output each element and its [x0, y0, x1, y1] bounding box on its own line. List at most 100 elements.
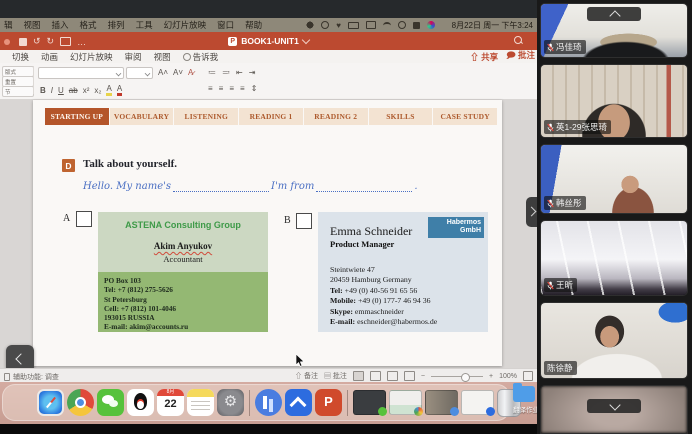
zoom-slider-knob[interactable]: [461, 373, 470, 382]
zoom-in-button[interactable]: +: [489, 373, 493, 380]
menu-format[interactable]: 格式: [80, 19, 97, 31]
font-size-select[interactable]: [126, 67, 153, 79]
calendar-icon[interactable]: 8月 22: [157, 389, 184, 416]
chrome-icon[interactable]: [67, 389, 94, 416]
unit-tab-vocabulary[interactable]: VOCABULARY: [110, 108, 174, 125]
tab-animations[interactable]: 动画: [41, 51, 58, 63]
normal-view-button[interactable]: [353, 371, 364, 381]
minimized-window-video[interactable]: [425, 390, 458, 415]
subscript-button[interactable]: x₂: [94, 86, 101, 95]
font-color-button[interactable]: A: [117, 84, 122, 96]
participant-tile-6[interactable]: [540, 385, 688, 434]
safari-icon[interactable]: [37, 389, 64, 416]
participant-tile-1[interactable]: 冯佳琦: [540, 3, 688, 58]
classin-icon[interactable]: [255, 389, 282, 416]
fit-slide-button[interactable]: [523, 371, 533, 381]
tencent-meeting-icon[interactable]: [285, 389, 312, 416]
notes-app-icon[interactable]: [187, 389, 214, 416]
slideshow-button[interactable]: [404, 371, 415, 381]
spotlight-icon[interactable]: [398, 21, 406, 29]
italic-button[interactable]: I: [51, 86, 53, 95]
battery-icon[interactable]: [348, 22, 359, 29]
share-button[interactable]: ⇧ 共享: [470, 51, 498, 63]
notes-button[interactable]: ⇧ 备注: [295, 371, 318, 381]
tab-tell-me[interactable]: 告诉我: [183, 51, 219, 63]
unit-tab-reading-1[interactable]: READING 1: [239, 108, 303, 125]
collapse-tiles-button[interactable]: [587, 7, 641, 21]
tab-review[interactable]: 审阅: [125, 51, 142, 63]
zoom-out-button[interactable]: −: [421, 373, 425, 380]
menu-window[interactable]: 窗口: [217, 19, 234, 31]
zoom-level[interactable]: 100%: [499, 373, 517, 380]
align-left-button[interactable]: ≡: [208, 84, 214, 93]
align-center-button[interactable]: ≡: [219, 84, 225, 93]
strikethrough-button[interactable]: ab: [69, 86, 78, 95]
comments-toggle-button[interactable]: ▤ 批注: [324, 371, 347, 381]
participant-tile-5[interactable]: 陈徐静: [540, 302, 688, 379]
menu-slideshow[interactable]: 幻灯片放映: [164, 19, 207, 31]
wifi-icon[interactable]: [383, 22, 391, 29]
align-right-button[interactable]: ≡: [229, 84, 235, 93]
unit-tab-listening[interactable]: LISTENING: [174, 108, 238, 125]
accessibility-icon: [4, 373, 10, 381]
minimized-window-wechat[interactable]: [353, 390, 386, 415]
indent-decrease-button[interactable]: ⇤: [236, 68, 244, 77]
participant-tile-2[interactable]: 英1-29张思琦: [540, 64, 688, 138]
search-icon[interactable]: [514, 36, 523, 45]
bold-button[interactable]: B: [40, 86, 46, 95]
siri-icon[interactable]: [427, 21, 435, 29]
wechat-icon[interactable]: [97, 389, 124, 416]
card-b-checkbox[interactable]: [296, 213, 312, 229]
unit-tab-case-study[interactable]: CASE STUDY: [433, 108, 497, 125]
slide-sorter-view-button[interactable]: [370, 371, 381, 381]
superscript-button[interactable]: x²: [83, 86, 90, 95]
menu-view[interactable]: 视图: [24, 19, 41, 31]
card-a-checkbox[interactable]: [76, 211, 92, 227]
menu-edit[interactable]: 辑: [4, 19, 13, 31]
record-icon[interactable]: [321, 21, 329, 29]
menu-bar-clock[interactable]: 8月22日 周一 下午3:24: [452, 18, 533, 32]
line-spacing-button[interactable]: ⇕: [251, 84, 259, 93]
menu-arrange[interactable]: 排列: [108, 19, 125, 31]
font-name-select[interactable]: [38, 67, 124, 79]
unit-tab-reading-2[interactable]: READING 2: [304, 108, 368, 125]
tab-transitions[interactable]: 切换: [12, 51, 29, 63]
zoom-slider[interactable]: [431, 376, 483, 377]
input-method-icon[interactable]: [413, 22, 420, 29]
tab-slideshow[interactable]: 幻灯片放映: [70, 51, 113, 63]
launchpad-icon[interactable]: [7, 389, 34, 416]
system-settings-icon[interactable]: ⚙: [217, 389, 244, 416]
minimized-window-document[interactable]: [461, 390, 494, 415]
card-b-contact-lines: Steintwiete 47 20459 Hamburg Germany Tel…: [330, 265, 437, 327]
justify-button[interactable]: ≡: [240, 84, 246, 93]
desktop-folder[interactable]: 翻译作业: [513, 386, 537, 416]
tab-view[interactable]: 视图: [154, 51, 171, 63]
sidebar-collapse-handle[interactable]: [526, 197, 537, 227]
minimized-window-browser[interactable]: [389, 390, 422, 415]
numbering-button[interactable]: ≕: [222, 68, 231, 77]
comments-button[interactable]: 🗩 批注: [506, 49, 535, 64]
shrink-font-button[interactable]: A˅: [173, 68, 183, 77]
bullets-button[interactable]: ≔: [208, 68, 217, 77]
section-button[interactable]: 节: [2, 86, 34, 97]
indent-increase-button[interactable]: ⇥: [249, 68, 257, 77]
unit-tab-skills[interactable]: SKILLS: [369, 108, 433, 125]
highlight-button[interactable]: A: [106, 84, 111, 96]
menu-tools[interactable]: 工具: [136, 19, 153, 31]
qq-icon[interactable]: [127, 389, 154, 416]
underline-button[interactable]: U: [58, 86, 64, 95]
unit-tab-starting-up[interactable]: STARTING UP: [45, 108, 109, 125]
menu-insert[interactable]: 插入: [52, 19, 69, 31]
participant-tile-3[interactable]: 韩丝彤: [540, 144, 688, 214]
heart-icon[interactable]: ♥: [336, 21, 341, 30]
menu-help[interactable]: 帮助: [245, 19, 262, 31]
camera-icon[interactable]: [366, 21, 376, 29]
grow-font-button[interactable]: A˄: [158, 68, 168, 77]
clear-format-button[interactable]: A̷: [188, 68, 193, 77]
participant-tile-4[interactable]: 王昕: [540, 220, 688, 296]
app-status-icon[interactable]: [306, 21, 314, 29]
powerpoint-dock-icon[interactable]: P: [315, 389, 342, 416]
expand-tiles-button[interactable]: [587, 399, 641, 413]
title-chevron-down-icon[interactable]: [302, 35, 310, 43]
reading-view-button[interactable]: [387, 371, 398, 381]
